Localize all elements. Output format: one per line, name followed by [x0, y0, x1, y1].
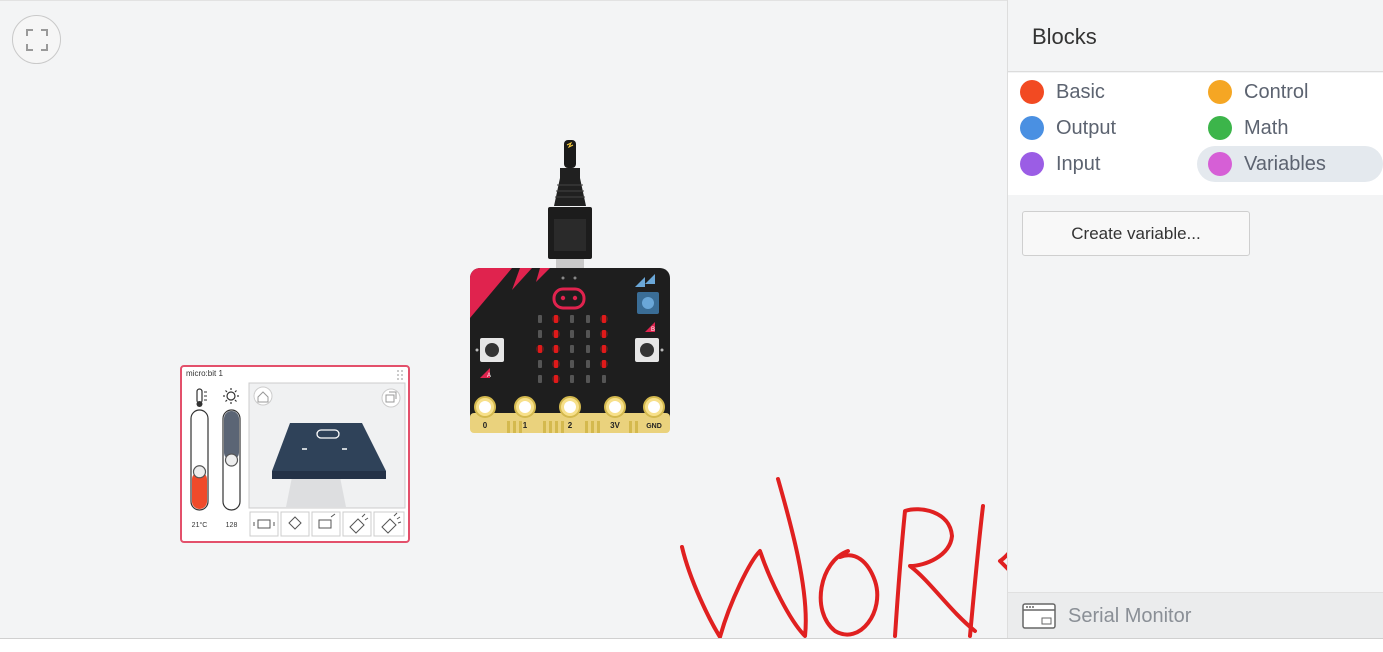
category-math[interactable]: Math — [1202, 110, 1383, 146]
category-input[interactable]: Input — [1014, 146, 1198, 182]
temperature-slider[interactable] — [190, 409, 209, 511]
gesture-tilt-up-button[interactable] — [280, 511, 310, 537]
led — [570, 360, 574, 368]
led-glow — [552, 345, 560, 353]
blocks-sidebar: Blocks Basic Control Output Math Input V… — [1007, 0, 1383, 638]
category-variables-dot — [1208, 152, 1232, 176]
button-b-label: B — [651, 327, 655, 333]
pin-2-label: 2 — [568, 421, 573, 430]
blocks-header: Blocks — [1008, 0, 1383, 72]
temperature-value: 21°C — [192, 521, 208, 529]
category-input-label: Input — [1056, 152, 1101, 175]
fullscreen-button[interactable] — [12, 15, 61, 64]
category-control[interactable]: Control — [1202, 74, 1383, 110]
led — [570, 315, 574, 323]
drag-handle-icon[interactable] — [397, 370, 403, 380]
category-math-dot — [1208, 116, 1232, 140]
led — [538, 330, 542, 338]
category-basic[interactable]: Basic — [1014, 74, 1198, 110]
led — [586, 345, 590, 353]
led — [586, 360, 590, 368]
light-slider[interactable] — [222, 409, 241, 511]
category-control-dot — [1208, 80, 1232, 104]
category-output[interactable]: Output — [1014, 110, 1198, 146]
led — [538, 360, 542, 368]
category-control-label: Control — [1244, 80, 1309, 103]
led — [586, 315, 590, 323]
serial-monitor-label: Serial Monitor — [1068, 605, 1192, 627]
light-icon — [223, 388, 239, 404]
led — [586, 330, 590, 338]
simulator-canvas[interactable]: A B 0 1 2 3V GND micro:bit 1 21°C 128 — [0, 0, 1379, 639]
fullscreen-icon — [26, 29, 48, 51]
pin-gnd-label: GND — [646, 423, 662, 430]
led — [570, 330, 574, 338]
gesture-tilt-right-button[interactable] — [373, 511, 405, 537]
led-glow — [536, 345, 544, 353]
led — [602, 375, 606, 383]
gesture-shake-button[interactable] — [249, 511, 279, 537]
gesture-tilt-down-button[interactable] — [311, 511, 341, 537]
pin-3v-label: 3V — [610, 421, 620, 430]
category-output-label: Output — [1056, 116, 1117, 139]
accelerometer-view[interactable] — [248, 382, 406, 509]
led-glow — [600, 360, 608, 368]
led — [586, 375, 590, 383]
led-glow — [552, 330, 560, 338]
led — [570, 375, 574, 383]
serial-monitor-icon — [1022, 603, 1056, 629]
temperature-icon — [196, 388, 207, 407]
microbit-device[interactable]: A B 0 1 2 3V GND — [465, 135, 675, 435]
create-variable-button[interactable]: Create variable... — [1022, 211, 1250, 256]
button-a-label: A — [487, 373, 491, 379]
led — [538, 375, 542, 383]
led-glow — [600, 330, 608, 338]
led-glow — [552, 360, 560, 368]
led-glow — [600, 345, 608, 353]
pin-gnd[interactable]: GND — [643, 396, 665, 430]
home-icon[interactable] — [253, 386, 273, 406]
category-basic-dot — [1020, 80, 1044, 104]
led-glow — [552, 315, 560, 323]
rotate-icon[interactable] — [381, 388, 401, 408]
category-input-dot — [1020, 152, 1044, 176]
usb-cable — [548, 140, 592, 269]
category-math-label: Math — [1244, 116, 1289, 139]
pin-1-label: 1 — [523, 421, 528, 430]
led — [538, 315, 542, 323]
gesture-tilt-left-button[interactable] — [342, 511, 372, 537]
category-variables-label: Variables — [1244, 152, 1326, 175]
led — [570, 345, 574, 353]
category-variables[interactable]: Variables — [1197, 146, 1383, 182]
serial-monitor-bar[interactable]: Serial Monitor — [1008, 592, 1383, 638]
category-output-dot — [1020, 116, 1044, 140]
pin-0-label: 0 — [483, 421, 488, 430]
block-categories: Basic Control Output Math Input Variable… — [1008, 73, 1383, 195]
bottom-strip — [0, 638, 1383, 652]
blocks-title: Blocks — [1032, 24, 1097, 49]
light-value: 128 — [226, 522, 238, 529]
simulator-panel: micro:bit 1 21°C 128 — [180, 365, 410, 543]
led-glow — [600, 315, 608, 323]
led-glow — [552, 375, 560, 383]
category-basic-label: Basic — [1056, 80, 1105, 103]
